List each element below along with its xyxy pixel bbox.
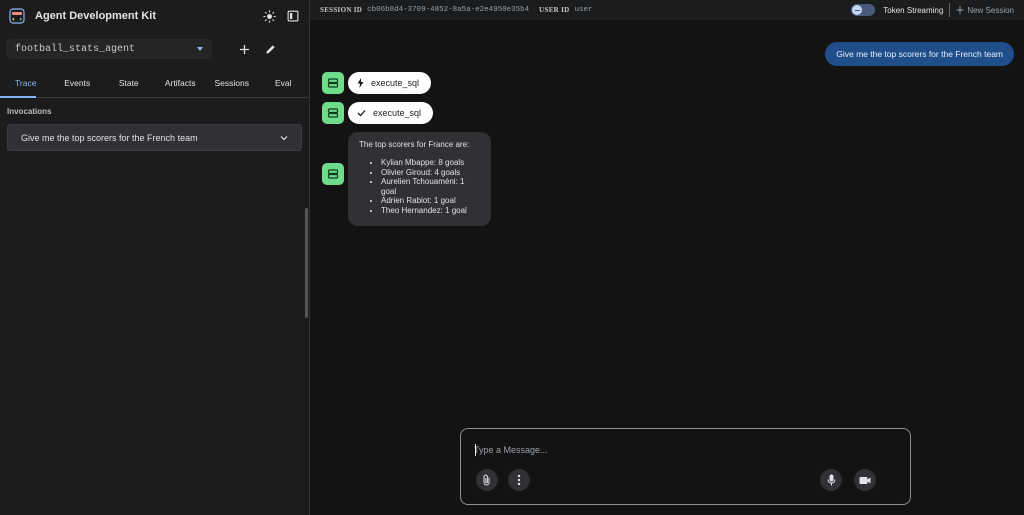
chat-panel: SESSION ID cb06b8d4-3709-4852-8a5a-e2e49… [310,0,1024,515]
list-item: Theo Hernandez: 1 goal [381,206,479,216]
more-vert-icon [517,474,521,486]
top-scorers-list: Kylian Mbappe: 8 goals Olivier Giroud: 4… [359,158,479,216]
function-call-name: execute_sql [371,78,420,88]
tab-sessions[interactable]: Sessions [206,68,258,98]
more-options-button[interactable] [508,469,530,491]
edit-pencil-icon[interactable] [263,42,277,56]
invocation-label: Give me the top scorers for the French t… [21,132,198,143]
list-item: Aurelien Tchouaméni: 1 goal [381,177,479,196]
tab-trace[interactable]: Trace [0,68,52,98]
active-tab-indicator [0,96,36,98]
message-input[interactable] [474,443,894,457]
bot-reply-row: The top scorers for France are: Kylian M… [322,132,491,226]
topbar-actions: Token Streaming New Session [851,3,1014,17]
adk-logo-icon [9,8,25,24]
add-icon[interactable] [237,42,251,56]
app-title: Agent Development Kit [35,10,157,22]
robot-icon [327,169,339,179]
check-icon [357,110,366,117]
session-id-value: cb06b8d4-3709-4852-8a5a-e2e4950e35b4 [367,6,530,14]
token-streaming-label: Token Streaming [883,5,944,15]
robot-icon [327,108,339,118]
function-response-name: execute_sql [373,108,422,118]
robot-icon [327,78,339,88]
bot-avatar [322,72,344,94]
bot-reply-intro: The top scorers for France are: [359,140,470,149]
function-response-pill[interactable]: execute_sql [348,102,434,124]
session-topbar: SESSION ID cb06b8d4-3709-4852-8a5a-e2e49… [310,0,1024,20]
text-cursor [475,444,476,456]
message-composer [460,428,911,505]
bot-avatar [322,102,344,124]
list-item: Olivier Giroud: 4 goals [381,168,479,178]
app-root: Agent Development Kit football_stats_age… [0,0,1024,515]
toggle-knob [852,5,863,15]
microphone-button[interactable] [820,469,842,491]
sidebar-tabs: Trace Events State Artifacts Sessions Ev… [0,68,309,98]
invocations-heading: Invocations [7,107,52,116]
chevron-down-icon [280,133,288,143]
new-session-label: New Session [967,5,1014,15]
agent-select-value: football_stats_agent [15,43,136,55]
invocation-item[interactable]: Give me the top scorers for the French t… [7,124,302,151]
collapse-sidebar-icon[interactable] [286,9,300,23]
user-id-label: USER ID [539,6,570,14]
plus-icon [956,6,964,14]
caret-down-icon [197,47,203,51]
sidebar-scrollbar[interactable] [305,208,308,318]
bot-reply-bubble: The top scorers for France are: Kylian M… [348,132,491,226]
user-id-value: user [574,6,593,14]
session-id-label: SESSION ID [320,6,363,14]
tab-state[interactable]: State [103,68,155,98]
video-camera-button[interactable] [854,469,876,491]
user-message-bubble: Give me the top scorers for the French t… [825,42,1014,66]
tab-events[interactable]: Events [52,68,104,98]
function-response-row: execute_sql [322,102,434,124]
list-item: Adrien Rabiot: 1 goal [381,196,479,206]
brand-header: Agent Development Kit [0,0,309,32]
new-session-button[interactable]: New Session [956,6,1014,15]
function-call-pill[interactable]: execute_sql [348,72,432,94]
paperclip-icon [483,474,490,486]
theme-toggle-icon[interactable] [262,9,276,23]
function-call-row: execute_sql [322,72,432,94]
list-item: Kylian Mbappe: 8 goals [381,158,479,168]
agent-actions [237,42,277,56]
bolt-icon [357,78,364,88]
tab-eval[interactable]: Eval [258,68,310,98]
attach-button[interactable] [476,469,498,491]
microphone-icon [827,474,835,486]
bot-avatar [322,163,344,185]
agent-select[interactable]: football_stats_agent [6,39,212,59]
token-streaming-toggle[interactable] [851,4,876,16]
topbar-divider [949,3,951,17]
sidebar: Agent Development Kit football_stats_age… [0,0,310,515]
video-camera-icon [859,476,871,484]
brand-actions [262,9,300,23]
tab-artifacts[interactable]: Artifacts [155,68,207,98]
agent-row: football_stats_agent [0,32,309,66]
